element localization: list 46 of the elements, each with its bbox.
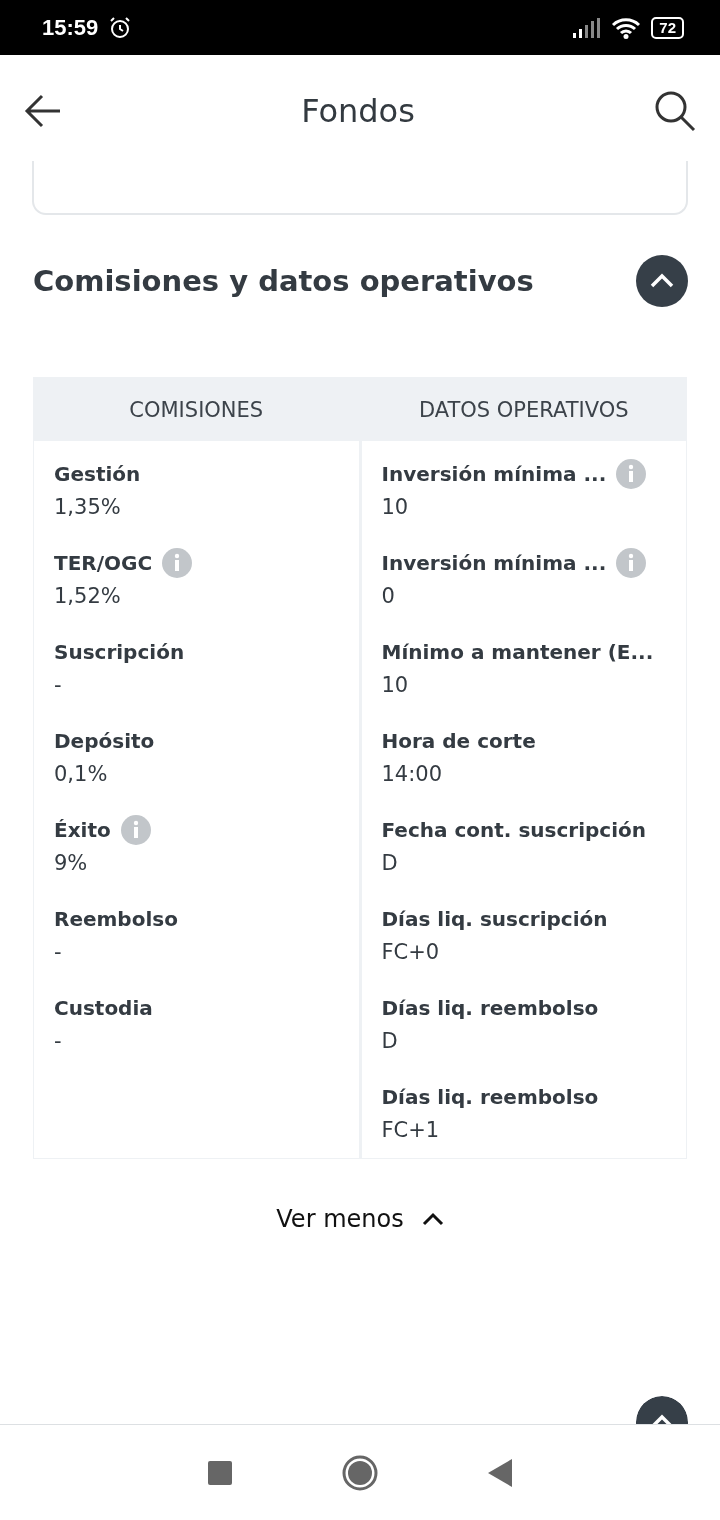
field-value: -	[54, 940, 63, 964]
field-label: Mínimo a mantener (E...	[381, 640, 654, 664]
field-label: Depósito	[54, 729, 155, 753]
collapse-button[interactable]	[636, 255, 688, 307]
field-value: 10	[381, 673, 410, 697]
field-value: -	[54, 673, 63, 697]
signal-icon	[573, 17, 602, 38]
field-value: 0,1%	[54, 762, 109, 786]
see-less-button[interactable]: Ver menos	[276, 1205, 444, 1233]
collapse-button[interactable]	[636, 1396, 688, 1424]
field-label: Suscripción	[54, 640, 185, 664]
field-value: FC+0	[381, 940, 441, 964]
home-icon[interactable]	[342, 1454, 378, 1491]
field-label: TER/OGC	[54, 551, 153, 575]
field-label: Días liq. reembolso	[381, 1085, 599, 1109]
field-label: Custodia	[54, 996, 153, 1020]
section-title: Comisiones y datos operativos	[33, 264, 534, 298]
field-value: 14:00	[381, 762, 444, 786]
field-label: Éxito	[54, 818, 111, 842]
field-value: -	[54, 1029, 63, 1053]
column-heading: DATOS OPERATIVOS	[361, 378, 686, 441]
battery-level: 72	[651, 16, 684, 39]
field-label: Fecha cont. suscripción	[381, 818, 647, 842]
field-label: Días liq. suscripción	[381, 907, 608, 931]
field-value: FC+1	[381, 1118, 441, 1142]
field-label: Inversión mínima ...	[381, 551, 607, 575]
column-heading: COMISIONES	[34, 378, 359, 441]
back-button[interactable]	[24, 94, 62, 128]
status-time: 15:59	[42, 14, 99, 41]
field-label: Días liq. reembolso	[381, 996, 599, 1020]
field-label: Reembolso	[54, 907, 178, 931]
recent-apps-icon[interactable]	[208, 1460, 232, 1485]
back-icon[interactable]	[488, 1458, 512, 1487]
field-label: Gestión	[54, 462, 141, 486]
field-value: 10	[381, 495, 410, 519]
field-value: 0	[381, 584, 396, 608]
field-label: Hora de corte	[381, 729, 536, 753]
field-label: Inversión mínima ...	[381, 462, 607, 486]
search-button[interactable]	[654, 90, 696, 132]
field-value: D	[381, 1029, 399, 1053]
field-value: 9%	[54, 851, 89, 875]
field-value: 1,52%	[54, 584, 122, 608]
field-value: 1,35%	[54, 495, 122, 519]
field-value: D	[381, 851, 399, 875]
wifi-icon	[611, 16, 642, 39]
page-title: Fondos	[301, 92, 415, 130]
